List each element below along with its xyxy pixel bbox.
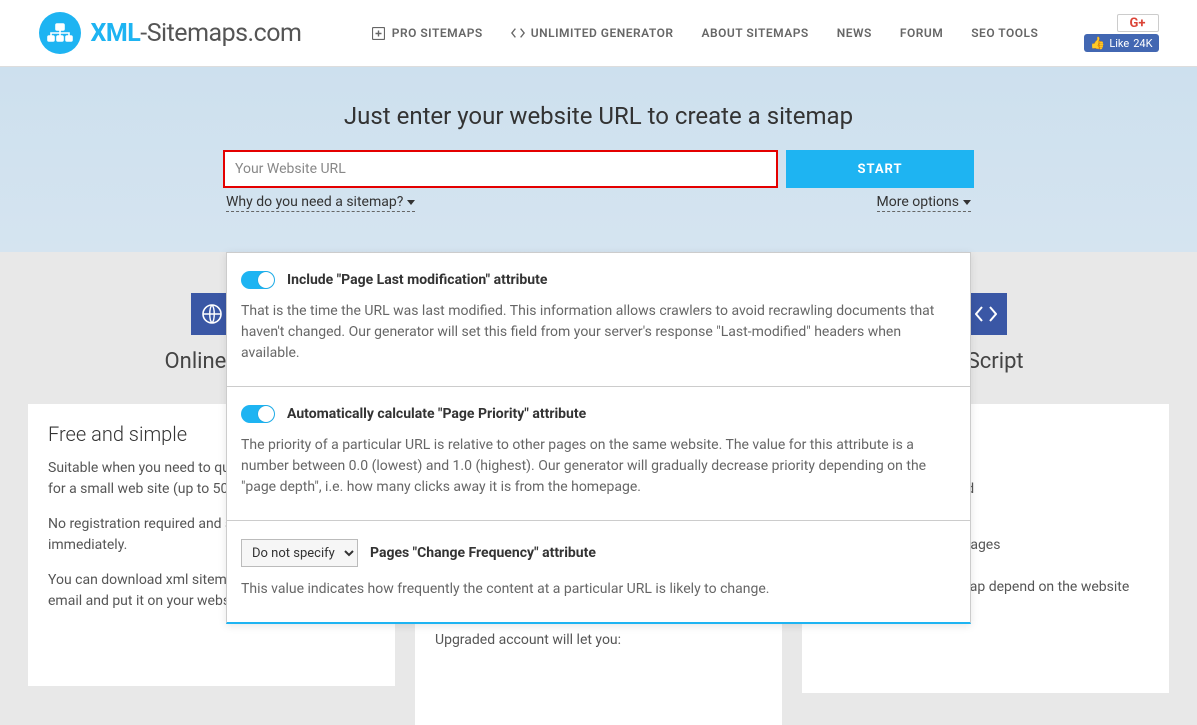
chevron-down-icon: [963, 200, 971, 205]
option-title: Include "Page Last modification" attribu…: [287, 272, 547, 288]
logo-text: XML-Sitemaps.com: [91, 19, 302, 48]
option-change-frequency: Do not specify Pages "Change Frequency" …: [227, 521, 970, 622]
plus-square-icon: [372, 26, 386, 40]
facebook-like-button[interactable]: 👍 Like 24K: [1084, 34, 1158, 52]
more-options-panel: Include "Page Last modification" attribu…: [226, 252, 971, 624]
change-frequency-select[interactable]: Do not specify: [241, 539, 358, 567]
toggle-page-priority[interactable]: [241, 405, 275, 423]
more-options-link[interactable]: More options: [877, 194, 972, 212]
option-description: This value indicates how frequently the …: [241, 579, 956, 600]
nav-unlimited-generator[interactable]: UNLIMITED GENERATOR: [511, 26, 674, 40]
website-url-input[interactable]: [223, 150, 778, 188]
why-sitemap-link[interactable]: Why do you need a sitemap?: [226, 194, 415, 212]
option-description: The priority of a particular URL is rela…: [241, 435, 956, 498]
option-title: Pages "Change Frequency" attribute: [370, 545, 596, 561]
option-last-modification: Include "Page Last modification" attribu…: [227, 253, 970, 387]
nav-news[interactable]: NEWS: [837, 26, 872, 40]
nav-pro-sitemaps[interactable]: PRO SITEMAPS: [372, 26, 483, 40]
hero-title: Just enter your website URL to create a …: [0, 102, 1197, 130]
nav-forum[interactable]: FORUM: [900, 26, 943, 40]
toggle-last-modification[interactable]: [241, 271, 275, 289]
option-title: Automatically calculate "Page Priority" …: [287, 406, 586, 422]
nav-about-sitemaps[interactable]: ABOUT SITEMAPS: [702, 26, 809, 40]
logo-icon: [39, 12, 81, 54]
thumb-up-icon: 👍: [1090, 36, 1105, 50]
google-plus-button[interactable]: G+: [1117, 14, 1159, 32]
hero-section: Just enter your website URL to create a …: [0, 67, 1197, 252]
chevron-down-icon: [407, 200, 415, 205]
site-logo[interactable]: XML-Sitemaps.com: [39, 12, 302, 54]
start-button[interactable]: START: [786, 150, 974, 188]
option-description: That is the time the URL was last modifi…: [241, 301, 956, 364]
main-nav: PRO SITEMAPS UNLIMITED GENERATOR ABOUT S…: [372, 14, 1159, 52]
option-page-priority: Automatically calculate "Page Priority" …: [227, 387, 970, 521]
code-icon: [511, 26, 525, 40]
site-header: XML-Sitemaps.com PRO SITEMAPS UNLIMITED …: [0, 0, 1197, 67]
nav-seo-tools[interactable]: SEO TOOLS: [971, 26, 1038, 40]
